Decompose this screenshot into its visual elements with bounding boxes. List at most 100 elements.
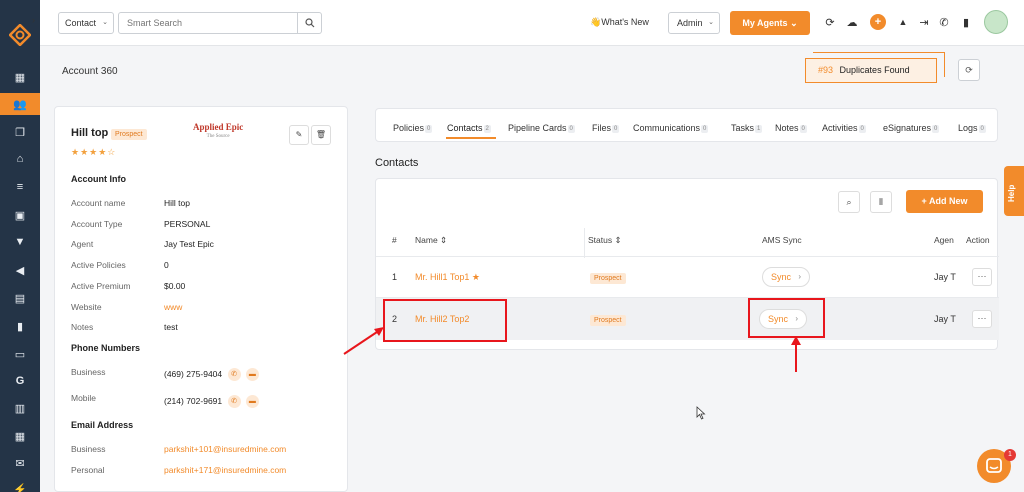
contacts-icon[interactable]: 👥 xyxy=(0,93,40,115)
user-avatar[interactable] xyxy=(984,10,1008,34)
tab-activities[interactable]: Activities 0 xyxy=(822,123,866,133)
tab-label: Tasks xyxy=(731,123,755,133)
app-logo-icon[interactable] xyxy=(9,24,31,46)
email-label: Business xyxy=(71,444,106,454)
message-icon[interactable]: ▬ xyxy=(245,368,259,381)
smart-search-input[interactable] xyxy=(118,12,298,34)
phone-number[interactable]: (469) 275-9404 xyxy=(164,369,222,379)
tab-label: Policies xyxy=(393,123,425,133)
field-label: Account Type xyxy=(71,219,123,229)
bar-chart-icon[interactable]: ▮ xyxy=(0,315,40,337)
context-select[interactable]: Contact ⌄ xyxy=(58,12,114,34)
tab-policies[interactable]: Policies 0 xyxy=(393,123,433,133)
bell-icon[interactable]: ▲ xyxy=(895,14,911,30)
column-chooser-button[interactable]: ⦀ xyxy=(870,191,892,213)
folder-icon[interactable]: ▭ xyxy=(0,343,40,365)
file-icon[interactable]: ▥ xyxy=(0,397,40,419)
tab-files[interactable]: Files 0 xyxy=(592,123,620,133)
whats-new-link[interactable]: 👋What's New xyxy=(590,17,649,28)
google-icon[interactable]: G xyxy=(0,370,40,392)
tab-pipeline-cards[interactable]: Pipeline Cards 0 xyxy=(508,123,575,133)
tab-label: Pipeline Cards xyxy=(508,123,567,133)
megaphone-icon[interactable]: ◀ xyxy=(0,259,40,281)
column-header-action: Action xyxy=(966,235,990,245)
add-new-contact-button[interactable]: + Add New xyxy=(906,190,983,213)
row-more-button[interactable]: ··· xyxy=(972,310,992,328)
list-icon[interactable]: ≡ xyxy=(0,176,40,198)
search-button[interactable] xyxy=(298,12,322,34)
annotation-arrow-up xyxy=(791,336,801,372)
phone-value: (214) 702-9691 ✆ ▬ xyxy=(164,395,259,408)
call-icon[interactable]: ✆ xyxy=(227,368,241,381)
filter-icon[interactable]: ▼ xyxy=(0,231,40,253)
tab-count: 2 xyxy=(483,124,491,133)
id-card-icon[interactable]: ▣ xyxy=(0,204,40,226)
account-status-badge: Prospect xyxy=(111,129,147,140)
edit-account-button[interactable]: ✎ xyxy=(289,125,309,145)
tab-logs[interactable]: Logs 0 xyxy=(958,123,986,133)
tab-count: 0 xyxy=(858,124,866,133)
tab-count: 0 xyxy=(932,124,940,133)
email-link[interactable]: parkshit+101@insuredmine.com xyxy=(164,444,286,454)
account-card: Hill top Prospect ★★★★☆ Applied Epic The… xyxy=(54,106,348,492)
role-select[interactable]: Admin ⌄ xyxy=(668,12,720,34)
tab-label: Communications xyxy=(633,123,701,133)
calendar-icon[interactable]: ▦ xyxy=(0,425,40,447)
contact-name-link[interactable]: Mr. Hill1 Top1 ★ xyxy=(415,272,480,283)
message-icon[interactable]: ▬ xyxy=(245,395,259,408)
help-label: Help xyxy=(1007,184,1016,202)
dashboard-icon[interactable]: ▦ xyxy=(0,66,40,88)
my-agents-button[interactable]: My Agents ⌄ xyxy=(730,11,810,35)
duplicates-label: Duplicates Found xyxy=(839,65,910,75)
tab-count: 0 xyxy=(799,124,807,133)
search-icon: ⌕ xyxy=(846,197,852,207)
status-badge: Prospect xyxy=(590,273,626,284)
chevron-down-icon: ⌄ xyxy=(708,19,714,26)
field-value: Jay Test Epic xyxy=(164,239,214,249)
tab-label: Notes xyxy=(775,123,799,133)
phone-number[interactable]: (214) 702-9691 xyxy=(164,396,222,406)
tab-label: Contacts xyxy=(447,123,483,133)
tab-count: 0 xyxy=(612,124,620,133)
mobile-icon[interactable]: ▮ xyxy=(958,14,974,30)
duplicates-found-button[interactable]: #93 Duplicates Found xyxy=(805,58,937,83)
email-address-title: Email Address xyxy=(71,420,134,430)
logout-icon[interactable]: ⇥ xyxy=(916,14,932,30)
notebook-icon[interactable]: ▤ xyxy=(0,287,40,309)
column-header-name[interactable]: Name ⇕ xyxy=(415,235,447,246)
expand-sidebar-button[interactable]: › xyxy=(32,15,35,25)
email-label: Personal xyxy=(71,465,105,475)
table-search-button[interactable]: ⌕ xyxy=(838,191,860,213)
website-link[interactable]: www xyxy=(164,302,182,312)
sync-icon[interactable]: ⟳ xyxy=(822,14,838,30)
rating-stars[interactable]: ★★★★☆ xyxy=(71,147,116,158)
left-nav-rail: ▦ 👥 ❐ ⌂ ≡ ▣ ▼ ◀ ▤ ▮ ▭ G ▥ ▦ ✉ ⚡ xyxy=(0,0,40,492)
account-name: Hill top xyxy=(71,127,109,139)
help-tab[interactable]: Help xyxy=(1004,166,1024,216)
bank-icon[interactable]: ⌂ xyxy=(0,148,40,170)
tab-label: eSignatures xyxy=(883,123,932,133)
tab-count: 1 xyxy=(755,124,763,133)
email-link[interactable]: parkshit+171@insuredmine.com xyxy=(164,465,286,475)
tab-tasks[interactable]: Tasks 1 xyxy=(731,123,763,133)
column-header-status[interactable]: Status ⇕ xyxy=(588,235,622,246)
tab-esignatures[interactable]: eSignatures 0 xyxy=(883,123,940,133)
mail-icon[interactable]: ✉ xyxy=(0,452,40,474)
workflow-icon[interactable]: ⚡ xyxy=(0,478,40,492)
cloud-upload-icon[interactable]: ☁ xyxy=(844,14,860,30)
sync-button[interactable]: Sync › xyxy=(762,267,810,287)
call-icon[interactable]: ✆ xyxy=(227,395,241,408)
tab-contacts[interactable]: Contacts 2 xyxy=(447,123,491,133)
status-badge: Prospect xyxy=(590,315,626,326)
documents-icon[interactable]: ❐ xyxy=(0,121,40,143)
column-divider xyxy=(584,228,585,258)
tab-communications[interactable]: Communications 0 xyxy=(633,123,709,133)
phone-icon[interactable]: ✆ xyxy=(936,14,952,30)
refresh-button[interactable]: ⟳ xyxy=(958,59,980,81)
more-dots-icon: ··· xyxy=(977,313,987,323)
delete-account-button[interactable]: 🗑 xyxy=(311,125,331,145)
tab-notes[interactable]: Notes 0 xyxy=(775,123,807,133)
plus-circle-icon[interactable]: + xyxy=(870,14,886,30)
row-more-button[interactable]: ··· xyxy=(972,268,992,286)
tab-count: 0 xyxy=(567,124,575,133)
